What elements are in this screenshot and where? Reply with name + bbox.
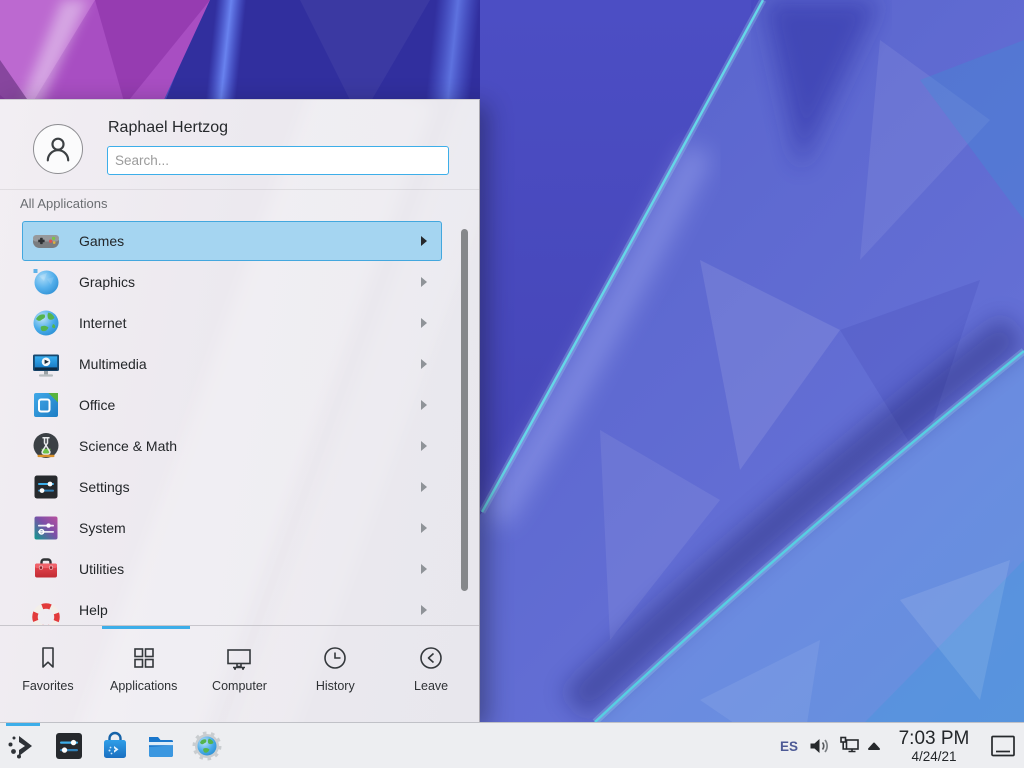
file-manager-button[interactable] [144, 729, 178, 763]
category-multimedia[interactable]: Multimedia [22, 344, 442, 384]
category-label: Help [79, 602, 108, 618]
submenu-arrow-icon [421, 359, 427, 369]
category-label: Multimedia [79, 356, 147, 372]
sliders-dark-icon [31, 472, 61, 502]
submenu-arrow-icon [421, 564, 427, 574]
category-graphics[interactable]: Graphics [22, 262, 442, 302]
launcher-header: Raphael Hertzog [0, 100, 479, 189]
search-input[interactable] [107, 146, 449, 175]
launcher-tabbar: Favorites Applications [0, 625, 479, 722]
network-icon[interactable] [836, 723, 862, 768]
category-label: Science & Math [79, 438, 177, 454]
digital-clock[interactable]: 7:03 PM 4/24/21 [891, 723, 977, 768]
submenu-arrow-icon [421, 441, 427, 451]
tab-applications[interactable]: Applications [96, 626, 192, 722]
clock-date: 4/24/21 [911, 750, 956, 764]
tab-leave[interactable]: Leave [383, 626, 479, 722]
flask-icon [31, 431, 61, 461]
system-settings-button[interactable] [52, 729, 86, 763]
submenu-arrow-icon [421, 605, 427, 615]
bookmark-icon [33, 643, 63, 673]
grid-icon [129, 643, 159, 673]
category-office[interactable]: Office [22, 385, 442, 425]
tab-history[interactable]: History [287, 626, 383, 722]
application-launcher-button[interactable] [6, 729, 40, 763]
submenu-arrow-icon [421, 318, 427, 328]
taskbar-panel: ES 7:03 PM [0, 722, 1024, 768]
category-science-math[interactable]: Science & Math [22, 426, 442, 466]
clock-time: 7:03 PM [899, 729, 970, 748]
category-help[interactable]: Help [22, 590, 442, 626]
category-label: Internet [79, 315, 126, 331]
show-desktop-button[interactable] [989, 723, 1017, 768]
category-label: Utilities [79, 561, 124, 577]
header-separator [0, 189, 479, 190]
desktop: Raphael Hertzog All Applications Games [0, 0, 1024, 768]
application-launcher-popup: Raphael Hertzog All Applications Games [0, 99, 480, 722]
category-label: System [79, 520, 126, 536]
scrollbar-thumb[interactable] [461, 229, 468, 591]
gamepad-icon [31, 226, 61, 256]
web-browser-button[interactable] [190, 729, 224, 763]
volume-icon[interactable] [806, 723, 832, 768]
category-utilities[interactable]: Utilities [22, 549, 442, 589]
toolbox-icon [31, 554, 61, 584]
sliders-color-icon [31, 513, 61, 543]
tab-favorites[interactable]: Favorites [0, 626, 96, 722]
category-system[interactable]: System [22, 508, 442, 548]
submenu-arrow-icon [421, 523, 427, 533]
tab-label: Favorites [22, 679, 73, 693]
category-internet[interactable]: Internet [22, 303, 442, 343]
lifebuoy-icon [31, 595, 61, 625]
active-tab-indicator [102, 626, 190, 629]
category-label: Settings [79, 479, 130, 495]
document-icon [31, 390, 61, 420]
tab-label: Computer [212, 679, 267, 693]
category-settings[interactable]: Settings [22, 467, 442, 507]
clock-icon [320, 643, 350, 673]
discover-button[interactable] [98, 729, 132, 763]
tab-label: Leave [414, 679, 448, 693]
section-label: All Applications [20, 196, 107, 211]
tab-label: History [316, 679, 355, 693]
submenu-arrow-icon [421, 400, 427, 410]
monitor-play-icon [31, 349, 61, 379]
tab-computer[interactable]: Computer [192, 626, 288, 722]
user-name: Raphael Hertzog [108, 119, 228, 137]
computer-icon [224, 643, 254, 673]
submenu-arrow-icon [421, 236, 427, 246]
category-label: Games [79, 233, 124, 249]
application-category-list: Games Graphics [0, 221, 456, 626]
category-games[interactable]: Games [22, 221, 442, 261]
keyboard-layout-indicator[interactable]: ES [774, 723, 804, 768]
user-icon [40, 131, 76, 167]
submenu-arrow-icon [421, 482, 427, 492]
user-avatar[interactable] [33, 124, 83, 174]
expand-tray-icon[interactable] [864, 723, 884, 768]
submenu-arrow-icon [421, 277, 427, 287]
graphics-sphere-icon [31, 267, 61, 297]
category-label: Graphics [79, 274, 135, 290]
tab-label: Applications [110, 679, 177, 693]
launcher-active-indicator [6, 723, 40, 726]
category-label: Office [79, 397, 115, 413]
leave-icon [416, 643, 446, 673]
globe-icon [31, 308, 61, 338]
